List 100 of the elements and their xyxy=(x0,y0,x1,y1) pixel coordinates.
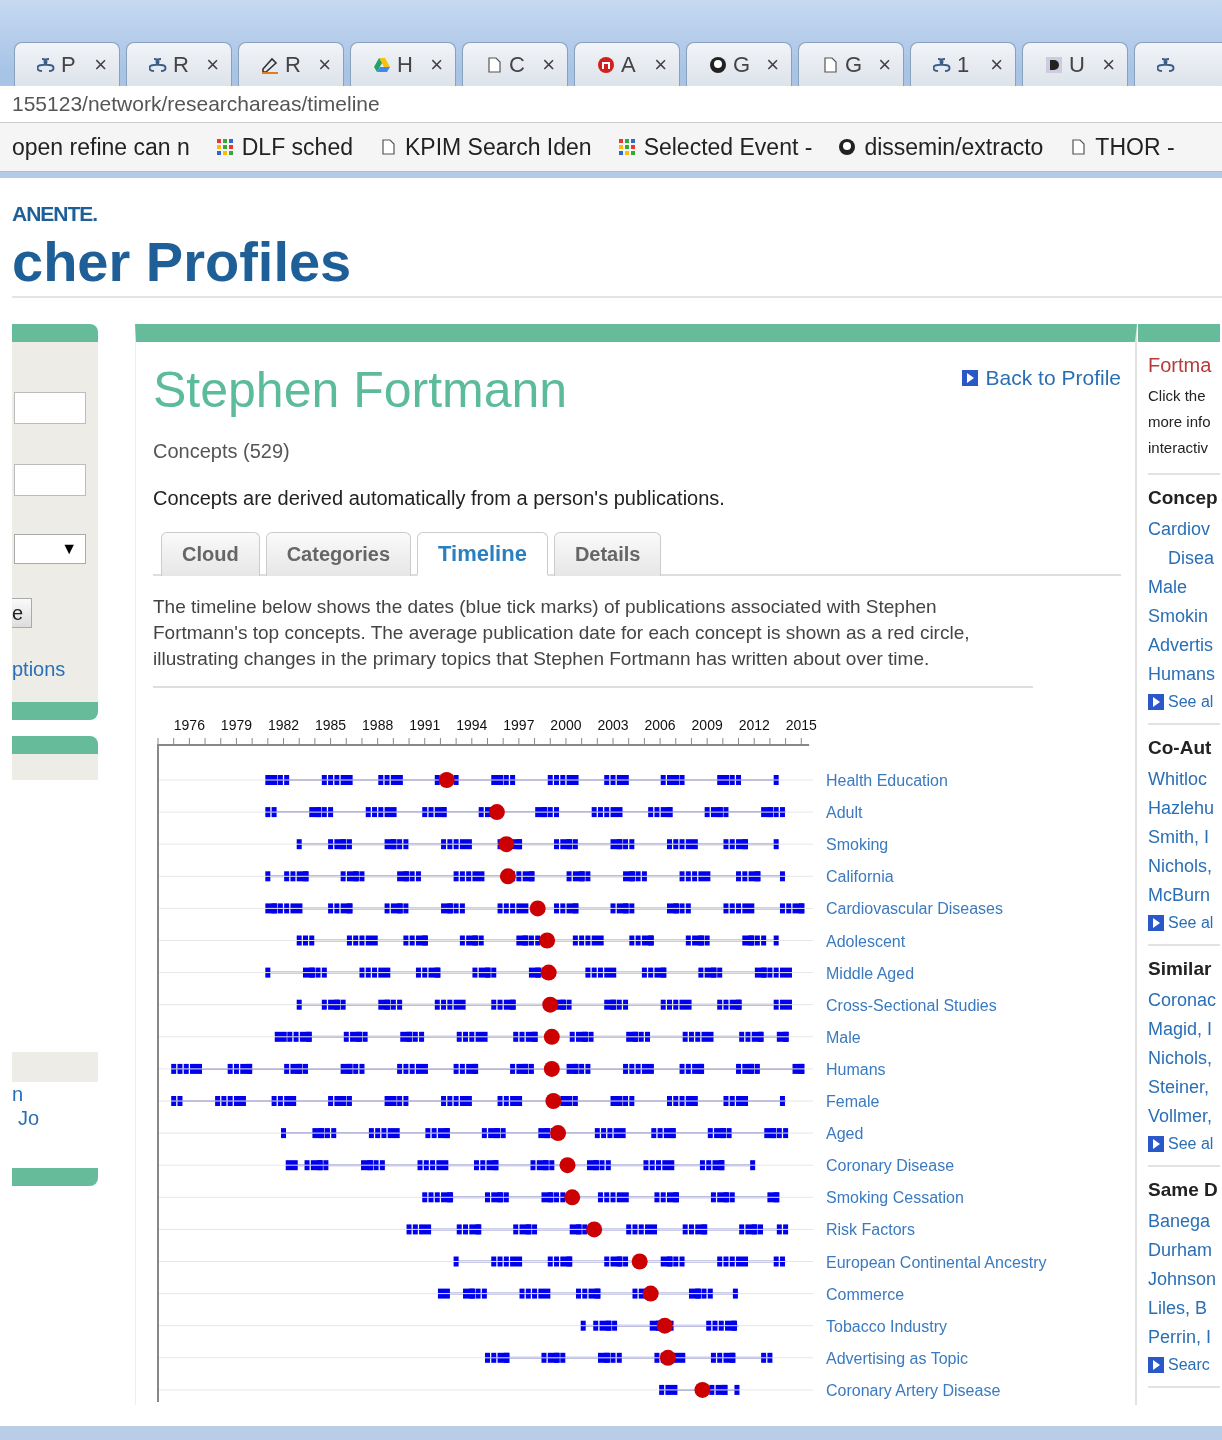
view-tab[interactable]: Categories xyxy=(265,532,412,576)
sidebar-link[interactable]: Whitloc xyxy=(1148,765,1218,794)
sidebar-link[interactable]: Cardiov Disea xyxy=(1148,515,1218,573)
concept-link[interactable]: Tobacco Industry xyxy=(826,1317,947,1335)
browser-tab[interactable]: G × xyxy=(686,42,792,86)
concepts-count: Concepts (529) xyxy=(153,440,290,463)
bookmark[interactable]: KPIM Search Iden xyxy=(378,133,592,161)
sidebar-link[interactable]: Male xyxy=(1148,573,1218,602)
browser-tab[interactable]: R × xyxy=(126,42,232,86)
concept-link[interactable]: Male xyxy=(826,1028,861,1046)
concept-link[interactable]: Coronary Disease xyxy=(826,1157,955,1175)
close-tab-button[interactable]: × xyxy=(430,51,443,78)
browser-tab[interactable]: A × xyxy=(574,42,680,86)
bookmark[interactable]: open refine can n xyxy=(12,133,190,161)
close-tab-button[interactable]: × xyxy=(206,51,219,78)
concept-link[interactable]: Advertising as Topic xyxy=(826,1349,968,1367)
document-icon xyxy=(485,55,503,74)
concept-link[interactable]: Smoking Cessation xyxy=(826,1189,964,1207)
bookmark[interactable]: DLF sched xyxy=(215,133,353,161)
browser-tab[interactable] xyxy=(1134,42,1222,86)
see-all-link[interactable]: See al xyxy=(1148,693,1214,711)
close-tab-button[interactable]: × xyxy=(990,51,1003,78)
concept-link[interactable]: California xyxy=(826,868,894,886)
concept-link[interactable]: Risk Factors xyxy=(826,1221,915,1239)
document-icon xyxy=(1069,138,1088,156)
see-all-link[interactable]: See al xyxy=(1148,1135,1214,1153)
sidebar-link[interactable]: Coronac xyxy=(1148,986,1218,1015)
concept-link[interactable]: Commerce xyxy=(826,1285,905,1303)
close-tab-button[interactable]: × xyxy=(1102,51,1115,78)
view-tab[interactable]: Timeline xyxy=(417,532,548,576)
close-tab-button[interactable]: × xyxy=(654,51,667,78)
sidebar-link[interactable]: Advertis xyxy=(1148,631,1218,660)
close-tab-button[interactable]: × xyxy=(878,51,891,78)
browser-tab[interactable]: P × xyxy=(14,42,120,86)
concept-link[interactable]: Adult xyxy=(826,804,863,822)
close-tab-button[interactable]: × xyxy=(318,51,331,78)
sidebar-link[interactable]: Durham xyxy=(1148,1236,1218,1265)
concept-link[interactable]: Middle Aged xyxy=(826,964,915,982)
sidebar-link[interactable]: Smokin xyxy=(1148,602,1218,631)
sidebar-link[interactable]: Smith, I xyxy=(1148,823,1218,852)
concept-link[interactable]: Female xyxy=(826,1093,880,1110)
sidebar-link[interactable]: Perrin, I xyxy=(1148,1323,1218,1352)
site-title: cher Profiles xyxy=(12,230,352,294)
concept-link[interactable]: European Continental Ancestry xyxy=(826,1253,1047,1271)
concept-link[interactable]: Cardiovascular Diseases xyxy=(826,900,1003,918)
sidebar-link[interactable]: Jo xyxy=(18,1106,40,1130)
search-button[interactable]: e xyxy=(12,598,33,628)
concept-link[interactable]: Smoking xyxy=(826,836,889,854)
see-all-link[interactable]: See al xyxy=(1148,914,1214,932)
browser-tab[interactable]: H × xyxy=(350,42,456,86)
close-tab-button[interactable]: × xyxy=(542,51,555,78)
sidebar-link[interactable]: Magid, I xyxy=(1148,1015,1218,1044)
sidebar-link[interactable]: Vollmer, xyxy=(1148,1102,1218,1131)
sidebar-link[interactable]: Humans xyxy=(1148,660,1218,689)
year-label: 1997 xyxy=(503,717,535,733)
concept-link[interactable]: Cross-Sectional Studies xyxy=(826,996,997,1014)
concept-link[interactable]: Humans xyxy=(826,1060,886,1078)
concept-link[interactable]: Aged xyxy=(826,1125,864,1143)
see-all-link[interactable]: Searc xyxy=(1148,1356,1210,1374)
year-label: 1985 xyxy=(315,717,347,733)
sidebar-link[interactable]: Hazlehu xyxy=(1148,794,1218,823)
year-label: 1991 xyxy=(409,717,441,733)
sidebar-link[interactable]: Banega xyxy=(1148,1207,1218,1236)
sidebar-link[interactable]: Nichols, xyxy=(1148,852,1218,881)
info-text-line: interactiv xyxy=(1148,438,1209,458)
year-label: 1982 xyxy=(267,717,300,733)
year-label: 2000 xyxy=(550,717,582,733)
grid-icon xyxy=(215,138,234,156)
view-tab[interactable]: Details xyxy=(553,532,662,576)
intro-text: Concepts are derived automatically from a person's publications. xyxy=(153,487,725,510)
text-input[interactable] xyxy=(14,392,86,424)
concept-link[interactable]: Health Education xyxy=(826,772,948,789)
concept-link[interactable]: Coronary Artery Disease xyxy=(826,1381,1001,1399)
concept-link[interactable]: Adolescent xyxy=(826,932,906,950)
bookmark[interactable]: THOR - xyxy=(1069,133,1175,161)
address-bar[interactable]: 155123/network/researchareas/timeline xyxy=(0,86,1222,123)
sidebar-link[interactable]: Nichols, xyxy=(1148,1044,1218,1073)
document-icon xyxy=(821,55,839,74)
close-tab-button[interactable]: × xyxy=(94,51,107,78)
bookmark[interactable]: Selected Event - xyxy=(617,133,813,161)
bookmark[interactable]: dissemin/extracto xyxy=(838,133,1044,161)
year-label: 2003 xyxy=(597,717,629,733)
close-tab-button[interactable]: × xyxy=(766,51,779,78)
sidebar-link[interactable]: McBurn xyxy=(1148,881,1218,910)
text-input[interactable] xyxy=(14,464,86,496)
back-to-profile-link[interactable]: Back to Profile xyxy=(961,366,1121,390)
view-tab[interactable]: Cloud xyxy=(161,532,260,576)
dropdown-field[interactable]: ▼ xyxy=(14,534,86,564)
sidebar-link[interactable]: n xyxy=(12,1082,24,1106)
info-text-line: more info xyxy=(1148,412,1211,432)
sidebar-link[interactable]: Steiner, xyxy=(1148,1073,1218,1102)
browser-tab[interactable]: C × xyxy=(462,42,568,86)
browser-tab[interactable]: U × xyxy=(1022,42,1128,86)
browser-tab[interactable]: G × xyxy=(798,42,904,86)
section-heading: Same D xyxy=(1148,1179,1218,1201)
browser-tab[interactable]: R × xyxy=(238,42,344,86)
sidebar-link[interactable]: Liles, B xyxy=(1148,1294,1218,1323)
options-link[interactable]: ptions xyxy=(12,658,66,681)
browser-tab[interactable]: 1 × xyxy=(910,42,1016,86)
sidebar-link[interactable]: Johnson xyxy=(1148,1265,1218,1294)
